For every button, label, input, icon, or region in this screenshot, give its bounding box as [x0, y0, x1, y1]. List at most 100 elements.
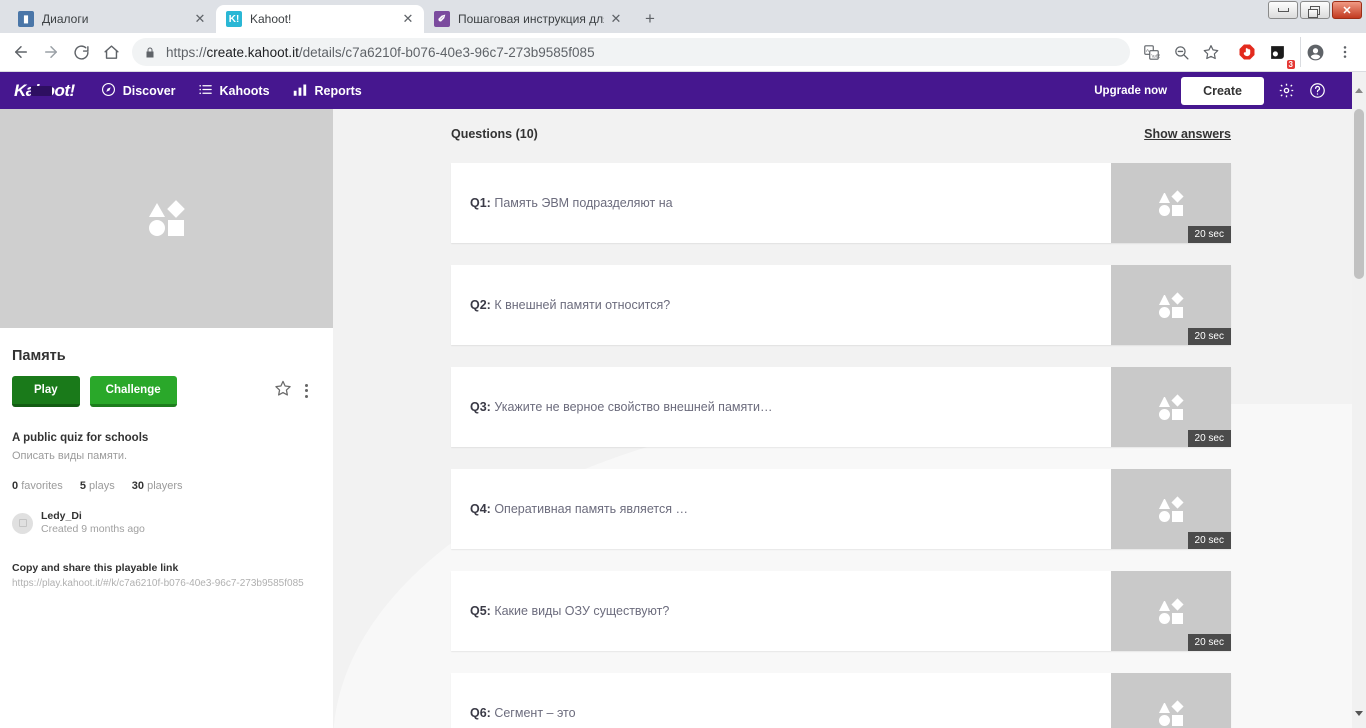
browser-tab[interactable]: K! Kahoot! ✕: [216, 5, 424, 33]
nav-item-kahoots[interactable]: Kahoots: [198, 82, 270, 100]
question-card[interactable]: Q5: Какие виды ОЗУ существуют? 20 sec: [451, 571, 1231, 651]
question-text: Q6: Сегмент – это: [470, 706, 576, 720]
adblock-icon[interactable]: [1232, 37, 1262, 67]
gear-icon[interactable]: [1278, 82, 1295, 99]
page-scrollbar-thumb[interactable]: [1354, 109, 1364, 279]
toolbar-right-icons: A\u6587 3: [1136, 37, 1360, 69]
star-outline-icon[interactable]: [274, 379, 292, 402]
triangle-shape-icon: [1159, 498, 1170, 509]
chevron-up-icon: [1355, 88, 1363, 93]
square-shape-icon: [1172, 408, 1183, 420]
questions-list: Q1: Память ЭВМ подразделяют на 20 sec Q2: …: [451, 163, 1231, 728]
circle-shape-icon: [149, 220, 165, 236]
tab-close-icon[interactable]: ✕: [192, 11, 208, 27]
page-body: Память Play Challenge A public quiz for …: [0, 109, 1366, 728]
question-thumbnail: 20 sec: [1111, 571, 1231, 651]
question-thumbnail: 20 sec: [1111, 367, 1231, 447]
browser-tab-title: Kahoot!: [250, 12, 292, 26]
window-restore-button[interactable]: [1300, 1, 1330, 19]
extension-icon[interactable]: 3: [1262, 37, 1295, 69]
tab-close-icon[interactable]: ✕: [608, 11, 624, 27]
translate-icon[interactable]: A\u6587: [1136, 37, 1166, 67]
share-link[interactable]: https://play.kahoot.it/#/k/c7a6210f-b076…: [12, 578, 321, 589]
address-bar[interactable]: https://create.kahoot.it/details/c7a6210…: [132, 38, 1130, 66]
window-close-button[interactable]: ✕: [1332, 1, 1362, 19]
browser-menu-icon[interactable]: [1330, 37, 1360, 67]
stat-plays: 5 plays: [79, 480, 115, 492]
question-thumbnail: 20 sec: [1111, 673, 1231, 728]
new-tab-button[interactable]: +: [636, 5, 664, 33]
triangle-shape-icon: [149, 203, 165, 217]
triangle-shape-icon: [1159, 600, 1170, 611]
question-text: Q2: К внешней памяти относится?: [470, 298, 670, 312]
address-bar-text: https://create.kahoot.it/details/c7a6210…: [166, 44, 595, 60]
browser-tab[interactable]: ▮ Диалоги ✕: [8, 5, 216, 33]
avatar-placeholder-icon: [18, 519, 27, 528]
question-card[interactable]: Q4: Оперативная память является … 20 sec: [451, 469, 1231, 549]
reload-button[interactable]: [66, 37, 96, 67]
zoom-out-icon[interactable]: [1166, 37, 1196, 67]
home-button[interactable]: [96, 37, 126, 67]
question-text-wrap: Q6: Сегмент – это: [451, 673, 1111, 728]
bookmark-star-icon[interactable]: [1196, 37, 1226, 67]
question-body: Память ЭВМ подразделяют на: [494, 196, 673, 210]
window-titlebar: ▮ Диалоги ✕ K! Kahoot! ✕ ✐ Пошаговая инструкция…: [0, 0, 1366, 33]
help-circle-icon[interactable]: [1309, 82, 1326, 99]
kahoot-shapes-icon: [1159, 699, 1184, 726]
bar-chart-icon: [292, 82, 308, 100]
upgrade-now-link[interactable]: Upgrade now: [1094, 85, 1167, 97]
forward-button[interactable]: [36, 37, 66, 67]
lock-icon: [144, 46, 156, 59]
author-created-at: Created 9 months ago: [41, 523, 145, 536]
triangle-shape-icon: [1159, 192, 1170, 203]
logo-overlay-artifact: [31, 85, 52, 96]
diamond-shape-icon: [1171, 495, 1184, 509]
diamond-shape-icon: [1171, 189, 1184, 203]
question-text-wrap: Q5: Какие виды ОЗУ существуют?: [451, 571, 1111, 651]
restore-icon: [1308, 5, 1320, 18]
nav-item-reports[interactable]: Reports: [292, 82, 362, 100]
doc-icon: ✐: [434, 11, 450, 27]
question-text: Q5: Какие виды ОЗУ существуют?: [470, 604, 669, 618]
kebab-menu-icon[interactable]: [302, 383, 311, 398]
back-button[interactable]: [6, 37, 36, 67]
browser-tab-title: Диалоги: [42, 12, 89, 26]
question-text-wrap: Q2: К внешней памяти относится?: [451, 265, 1111, 345]
create-button[interactable]: Create: [1181, 76, 1264, 105]
nav-item-reports-label: Reports: [314, 83, 362, 98]
question-card[interactable]: Q3: Укажите не верное свойство внешней п…: [451, 367, 1231, 447]
kahoot-logo[interactable]: Kahoot!: [14, 81, 75, 101]
browser-tab[interactable]: ✐ Пошаговая инструкция для нач ✕: [424, 5, 632, 33]
scrollbar-up-button[interactable]: [1352, 72, 1366, 109]
window-minimize-button[interactable]: [1268, 1, 1298, 19]
question-thumbnail: 20 sec: [1111, 265, 1231, 345]
quiz-author[interactable]: Ledy_Di Created 9 months ago: [12, 510, 321, 536]
browser-toolbar: https://create.kahoot.it/details/c7a6210…: [0, 33, 1366, 72]
show-answers-link[interactable]: Show answers: [1144, 127, 1231, 141]
minimize-icon: [1277, 8, 1289, 12]
nav-item-discover[interactable]: Discover: [101, 82, 176, 100]
scrollbar-down-button[interactable]: [1355, 711, 1363, 716]
kahoot-icon: K!: [226, 11, 242, 27]
question-number: Q4:: [470, 502, 491, 516]
question-card[interactable]: Q6: Сегмент – это 20 sec: [451, 673, 1231, 728]
author-name: Ledy_Di: [41, 510, 82, 522]
kahoot-shapes-icon: [1159, 495, 1184, 522]
challenge-button[interactable]: Challenge: [89, 375, 177, 407]
question-card[interactable]: Q2: К внешней памяти относится? 20 sec: [451, 265, 1231, 345]
circle-shape-icon: [1159, 408, 1170, 420]
play-button[interactable]: Play: [12, 375, 80, 407]
tab-close-icon[interactable]: ✕: [400, 11, 416, 27]
page-scrollbar[interactable]: [1352, 109, 1366, 728]
questions-header: Questions (10) Show answers: [451, 109, 1231, 141]
question-duration-badge: 20 sec: [1187, 634, 1231, 651]
question-text: Q3: Укажите не верное свойство внешней п…: [470, 400, 772, 414]
share-section: Copy and share this playable link https:…: [12, 562, 321, 589]
question-text-wrap: Q1: Память ЭВМ подразделяют на: [451, 163, 1111, 243]
app-header: Kahoot! Discover Kahoots Reports Upgrade…: [0, 72, 1366, 109]
kahoot-shapes-icon: [1159, 393, 1184, 420]
question-card[interactable]: Q1: Память ЭВМ подразделяют на 20 sec: [451, 163, 1231, 243]
question-duration-badge: 20 sec: [1187, 226, 1231, 243]
profile-icon[interactable]: [1300, 37, 1330, 67]
question-duration-badge: 20 sec: [1187, 328, 1231, 345]
